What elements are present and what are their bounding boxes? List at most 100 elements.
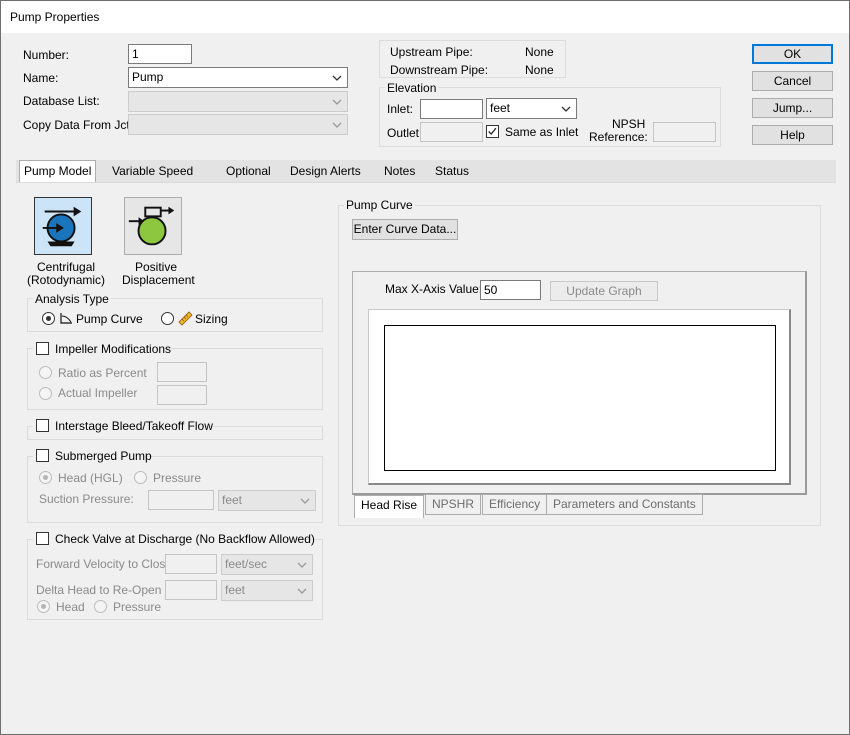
copy-data-label: Copy Data From Jct... (23, 118, 140, 132)
impeller-modifications-label: Impeller Modifications (55, 342, 172, 356)
actual-impeller-radio[interactable] (39, 387, 52, 400)
outlet-label: Outlet: (387, 126, 423, 140)
max-x-axis-field[interactable]: 50 (480, 280, 541, 300)
same-as-inlet-checkbox[interactable] (486, 125, 499, 138)
sizing-radio[interactable] (161, 312, 174, 325)
downstream-pipe-label: Downstream Pipe: (390, 63, 489, 77)
tab-design-alerts[interactable]: Design Alerts (286, 161, 365, 183)
ok-button[interactable]: OK (752, 44, 833, 64)
upstream-pipe-label: Upstream Pipe: (390, 45, 473, 59)
forward-velocity-unit-dropdown[interactable]: feet/sec (221, 554, 313, 575)
check-valve-head-label: Head (56, 600, 85, 614)
outlet-elevation-field[interactable] (420, 122, 483, 142)
npsh-label-line2: Reference: (589, 130, 648, 144)
ratio-percent-field[interactable] (157, 362, 207, 382)
name-dropdown[interactable]: Pump (128, 67, 348, 88)
centrifugal-label-line2: (Rotodynamic) (27, 273, 106, 287)
centrifugal-pump-icon (42, 206, 82, 247)
chevron-down-icon (332, 75, 342, 81)
ratio-percent-label: Ratio as Percent (58, 366, 147, 380)
subtab-npshr[interactable]: NPSHR (425, 494, 482, 515)
suction-unit-value: feet (222, 493, 243, 507)
delta-head-label: Delta Head to Re-Open (36, 583, 162, 597)
chevron-down-icon (332, 99, 342, 105)
positive-label-line1: Positive (135, 260, 178, 274)
suction-pressure-label: Suction Pressure: (39, 492, 134, 506)
suction-unit-dropdown[interactable]: feet (218, 490, 316, 511)
delta-head-unit-dropdown[interactable]: feet (221, 580, 313, 601)
positive-displacement-pump-button[interactable] (124, 197, 182, 255)
tab-optional[interactable]: Optional (222, 161, 275, 183)
centrifugal-label-line1: Centrifugal (37, 260, 96, 274)
analysis-type-title: Analysis Type (33, 292, 111, 306)
chevron-down-icon (332, 122, 342, 128)
positive-label-line2: Displacement (122, 273, 195, 287)
subtab-efficiency[interactable]: Efficiency (482, 494, 548, 515)
submerged-head-label: Head (HGL) (58, 471, 123, 485)
suction-pressure-field[interactable] (148, 490, 214, 510)
check-valve-checkbox[interactable] (36, 532, 49, 545)
chevron-down-icon (300, 498, 310, 504)
pump-curve-radio[interactable] (42, 312, 55, 325)
jump-button[interactable]: Jump... (752, 98, 833, 118)
elevation-title: Elevation (385, 81, 439, 95)
enter-curve-data-button[interactable]: Enter Curve Data... (352, 219, 458, 240)
elevation-unit-dropdown[interactable]: feet (486, 98, 577, 119)
name-value: Pump (132, 70, 164, 84)
submerged-pump-label: Submerged Pump (55, 449, 152, 463)
tab-status[interactable]: Status (431, 161, 473, 183)
submerged-pressure-radio[interactable] (134, 471, 147, 484)
chevron-down-icon (297, 562, 307, 568)
chevron-down-icon (561, 106, 571, 112)
interstage-bleed-label: Interstage Bleed/Takeoff Flow (55, 419, 213, 433)
pump-curve-icon (60, 313, 72, 324)
number-label: Number: (23, 48, 70, 62)
impeller-modifications-checkbox[interactable] (36, 342, 49, 355)
check-valve-pressure-radio[interactable] (94, 600, 107, 613)
downstream-pipe-value: None (525, 63, 554, 77)
sizing-label: Sizing (195, 312, 228, 326)
delta-head-unit-value: feet (225, 583, 246, 597)
subtab-parameters-constants[interactable]: Parameters and Constants (546, 494, 703, 515)
check-valve-pressure-label: Pressure (113, 600, 162, 614)
pump-curve-label: Pump Curve (76, 312, 143, 326)
update-graph-button[interactable]: Update Graph (550, 281, 658, 301)
ratio-percent-radio[interactable] (39, 366, 52, 379)
inlet-elevation-field[interactable] (420, 99, 483, 119)
name-label: Name: (23, 71, 59, 85)
actual-impeller-field[interactable] (157, 385, 207, 405)
centrifugal-pump-button[interactable] (34, 197, 92, 255)
elevation-unit-value: feet (490, 101, 511, 115)
npsh-reference-field[interactable] (653, 122, 716, 142)
graph-plot-frame (384, 325, 776, 471)
pump-curve-title: Pump Curve (344, 198, 415, 212)
tab-variable-speed[interactable]: Variable Speed (108, 161, 197, 183)
submerged-pump-checkbox[interactable] (36, 449, 49, 462)
upstream-pipe-value: None (525, 45, 554, 59)
check-valve-label: Check Valve at Discharge (No Backflow Al… (55, 532, 315, 546)
forward-velocity-field[interactable] (165, 554, 217, 574)
submerged-head-radio[interactable] (39, 471, 52, 484)
inlet-label: Inlet: (387, 102, 414, 116)
database-list-dropdown[interactable] (128, 91, 348, 112)
window-title: Pump Properties (10, 10, 100, 24)
copy-data-dropdown[interactable] (128, 114, 348, 135)
tab-notes[interactable]: Notes (380, 161, 419, 183)
forward-velocity-label: Forward Velocity to Close (36, 557, 173, 571)
number-field[interactable]: 1 (128, 44, 192, 64)
interstage-bleed-checkbox[interactable] (36, 419, 49, 432)
submerged-pressure-label: Pressure (153, 471, 202, 485)
actual-impeller-label: Actual Impeller (58, 386, 138, 400)
npsh-label-line1: NPSH (612, 117, 646, 131)
tab-pump-model[interactable]: Pump Model (19, 160, 97, 184)
title-bar: Pump Properties (1, 1, 849, 33)
ruler-icon (178, 311, 193, 326)
cancel-button[interactable]: Cancel (752, 71, 833, 91)
help-button[interactable]: Help (752, 125, 833, 145)
database-list-label: Database List: (23, 94, 100, 108)
delta-head-field[interactable] (165, 580, 217, 600)
check-valve-head-radio[interactable] (37, 600, 50, 613)
subtab-head-rise[interactable]: Head Rise (354, 495, 425, 518)
checkmark-icon (488, 127, 497, 135)
max-x-axis-label: Max X-Axis Value: (385, 282, 483, 296)
